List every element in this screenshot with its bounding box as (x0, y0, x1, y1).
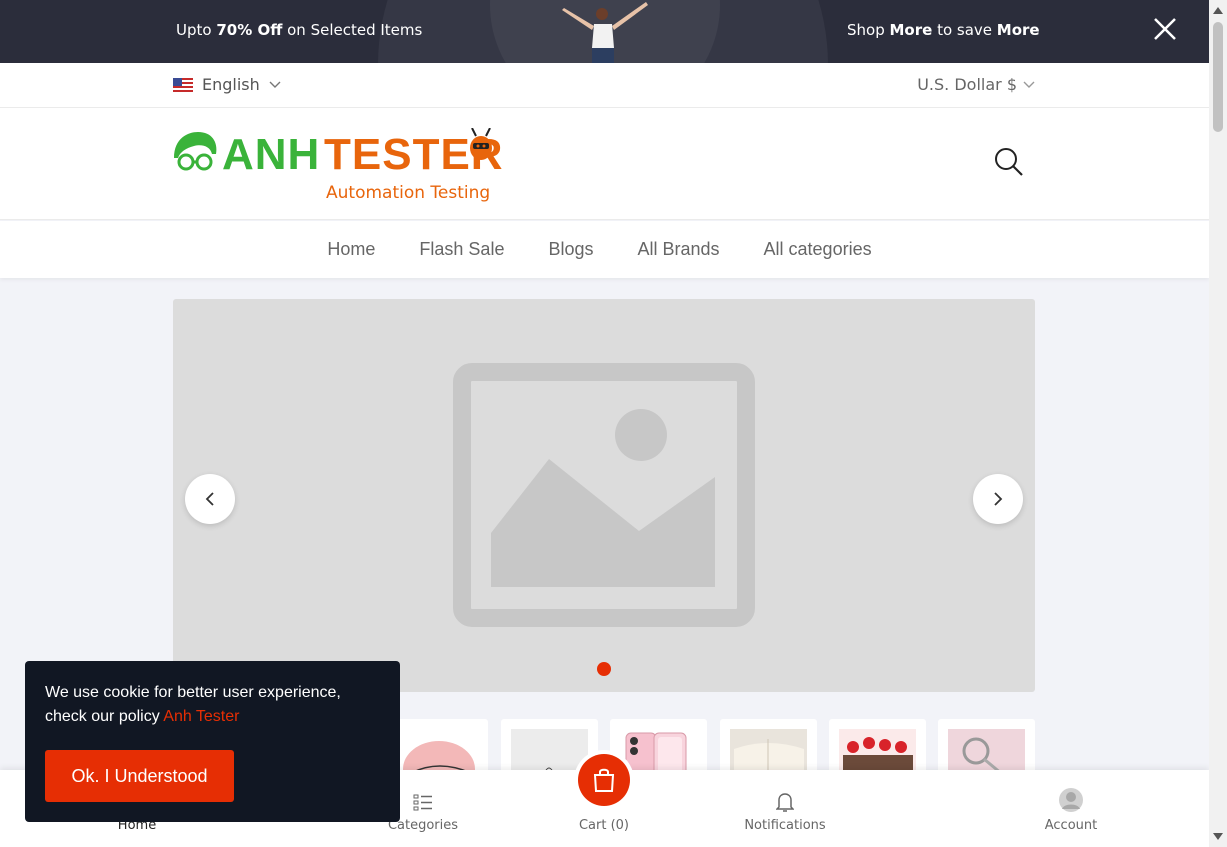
nav-flash-sale[interactable]: Flash Sale (419, 239, 504, 260)
chevron-left-icon (205, 492, 214, 506)
language-label: English (202, 75, 260, 94)
slider-dot[interactable] (597, 662, 611, 676)
hero-slider[interactable] (173, 299, 1035, 692)
logo-bug-icon (470, 128, 492, 160)
avatar-icon (1059, 788, 1083, 812)
chevron-down-icon (269, 81, 281, 88)
scroll-up-icon[interactable] (1213, 6, 1223, 14)
cart-button[interactable] (574, 750, 634, 810)
cookie-accept-button[interactable]: Ok. I Understood (45, 750, 234, 802)
promo-woman-image (562, 2, 648, 63)
bell-icon (776, 793, 794, 812)
nav-home[interactable]: Home (327, 239, 375, 260)
chevron-down-icon (1023, 81, 1035, 88)
slider-prev-button[interactable] (185, 474, 235, 524)
cookie-banner: We use cookie for better user experience… (25, 661, 400, 822)
cart-circle (578, 754, 630, 806)
bottom-nav-notifications-label: Notifications (744, 818, 826, 833)
language-selector[interactable]: English (173, 75, 281, 94)
slider-next-button[interactable] (973, 474, 1023, 524)
promo-banner[interactable]: Upto 70% Off on Selected Items Shop More… (0, 0, 1209, 63)
chevron-right-icon (994, 492, 1003, 506)
currency-selector[interactable]: U.S. Dollar $ (917, 75, 1035, 94)
promo-right-text: Shop More to save More (847, 21, 1040, 39)
us-flag-icon (173, 77, 193, 92)
bottom-nav-account-label: Account (1044, 818, 1098, 833)
logo-brand-part1: ANH (222, 130, 321, 179)
close-icon[interactable] (1150, 14, 1180, 44)
bottom-nav-notifications[interactable]: Notifications (744, 770, 826, 847)
cookie-message: We use cookie for better user experience… (45, 684, 341, 725)
scrollbar-thumb[interactable] (1213, 22, 1223, 132)
promo-left-text: Upto 70% Off on Selected Items (176, 21, 423, 39)
scroll-down-icon[interactable] (1213, 833, 1223, 841)
top-bar: English U.S. Dollar $ (0, 63, 1209, 108)
main-nav: Home Flash Sale Blogs All Brands All cat… (0, 221, 1209, 278)
bottom-nav-cart-label: Cart (0) (578, 818, 630, 833)
list-icon (413, 794, 432, 811)
currency-label: U.S. Dollar $ (917, 75, 1017, 94)
cookie-policy-link[interactable]: Anh Tester (163, 708, 239, 725)
bottom-nav-account[interactable]: Account (1041, 770, 1101, 847)
nav-all-categories[interactable]: All categories (764, 239, 872, 260)
nav-all-brands[interactable]: All Brands (637, 239, 719, 260)
search-icon[interactable] (993, 146, 1025, 178)
nav-blogs[interactable]: Blogs (548, 239, 593, 260)
logo-face-icon (174, 132, 217, 171)
logo-tagline: Automation Testing (326, 183, 491, 203)
site-header: ANH TESTER Automation Testing (0, 108, 1209, 220)
image-placeholder-icon (453, 363, 755, 627)
site-logo[interactable]: ANH TESTER Automation Testing (172, 128, 503, 208)
scrollbar[interactable] (1209, 0, 1227, 847)
shopping-bag-icon (593, 768, 615, 792)
